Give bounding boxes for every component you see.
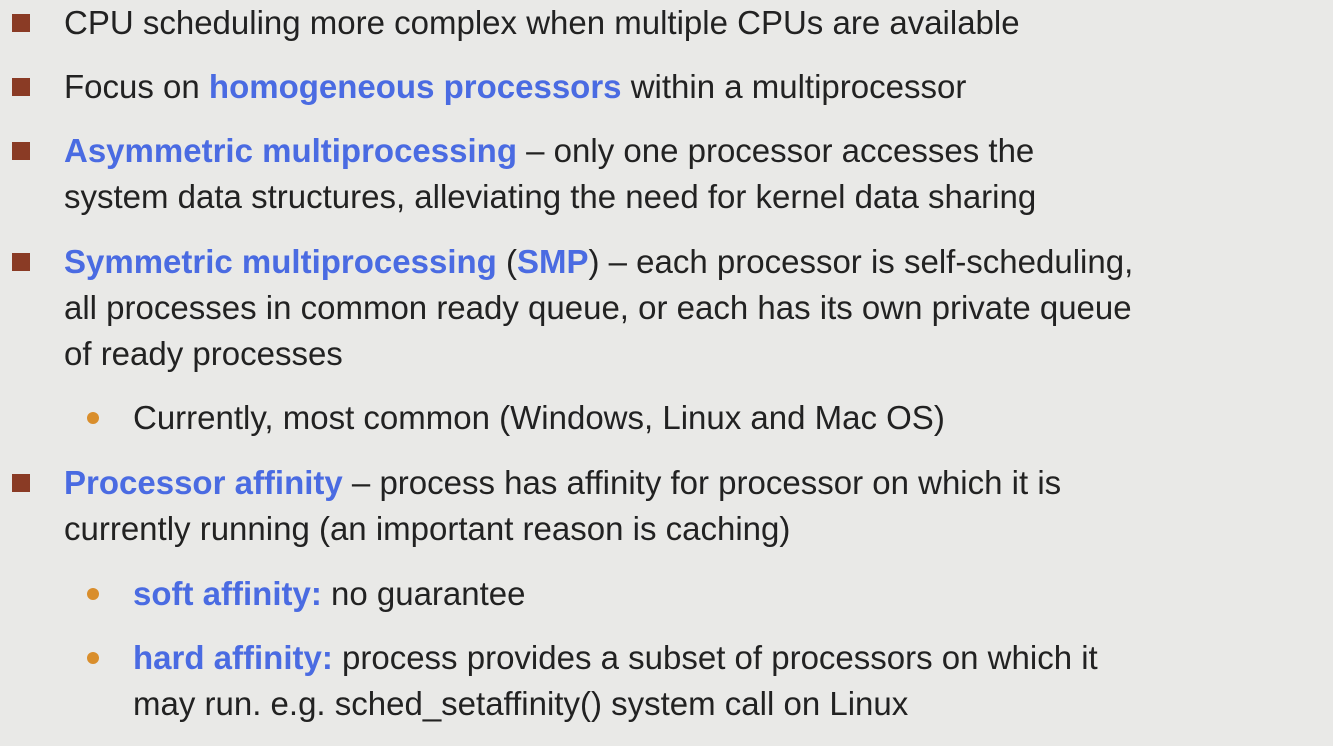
bullet-text-line-1: Symmetric multiprocessing (SMP) – each p… xyxy=(64,239,1333,285)
text-paren-open: ( xyxy=(496,243,517,280)
slide: CPU scheduling more complex when multipl… xyxy=(0,0,1333,746)
bullet-text: Focus on homogeneous processors within a… xyxy=(64,64,1333,110)
bullet-text-line-3: of ready processes xyxy=(64,335,343,372)
square-bullet-icon xyxy=(12,474,30,492)
bullet-text: CPU scheduling more complex when multipl… xyxy=(64,4,1020,41)
text-before: Focus on xyxy=(64,68,209,105)
bullet-cpu-scheduling: CPU scheduling more complex when multipl… xyxy=(12,0,1333,46)
text-after: ) – each processor is self-scheduling, xyxy=(588,243,1134,280)
bullet-homogeneous-processors: Focus on homogeneous processors within a… xyxy=(12,64,1333,110)
text-after: no guarantee xyxy=(321,575,526,612)
term-soft-affinity: soft affinity: xyxy=(133,575,322,612)
sub-bullet-text: Currently, most common (Windows, Linux a… xyxy=(133,399,945,436)
text-after: – process has affinity for processor on … xyxy=(342,464,1062,501)
square-bullet-icon xyxy=(12,78,30,96)
sub-bullet-text: soft affinity: no guarantee xyxy=(133,571,1333,617)
sub-bullet-hard-affinity: hard affinity: process provides a subset… xyxy=(87,635,1333,727)
bullet-text-line-1: Asymmetric multiprocessing – only one pr… xyxy=(64,128,1333,174)
bullet-text-line-1: Processor affinity – process has affinit… xyxy=(64,460,1333,506)
bullet-symmetric-multiprocessing: Symmetric multiprocessing (SMP) – each p… xyxy=(12,239,1333,377)
term-homogeneous-processors: homogeneous processors xyxy=(208,68,622,105)
term-smp: SMP xyxy=(516,243,589,280)
text-after: within a multiprocessor xyxy=(621,68,967,105)
sub-bullet-most-common: Currently, most common (Windows, Linux a… xyxy=(87,395,1333,441)
square-bullet-icon xyxy=(12,253,30,271)
round-bullet-icon xyxy=(87,588,99,600)
term-processor-affinity: Processor affinity xyxy=(64,464,343,501)
bullet-text-line-2: currently running (an important reason i… xyxy=(64,510,791,547)
term-asymmetric-multiprocessing: Asymmetric multiprocessing xyxy=(64,132,517,169)
term-symmetric-multiprocessing: Symmetric multiprocessing xyxy=(64,243,497,280)
sub-bullet-text-line-1: hard affinity: process provides a subset… xyxy=(133,635,1333,681)
sub-bullet-text-line-2: may run. e.g. sched_setaffinity() system… xyxy=(133,685,909,722)
bullet-processor-affinity: Processor affinity – process has affinit… xyxy=(12,460,1333,552)
bullet-asymmetric-multiprocessing: Asymmetric multiprocessing – only one pr… xyxy=(12,128,1333,220)
round-bullet-icon xyxy=(87,412,99,424)
round-bullet-icon xyxy=(87,652,99,664)
text-after: process provides a subset of processors … xyxy=(332,639,1098,676)
square-bullet-icon xyxy=(12,14,30,32)
sub-bullet-soft-affinity: soft affinity: no guarantee xyxy=(87,571,1333,617)
term-hard-affinity: hard affinity: xyxy=(133,639,333,676)
text-after: – only one processor accesses the xyxy=(516,132,1035,169)
bullet-text-line-2: system data structures, alleviating the … xyxy=(64,178,1037,215)
square-bullet-icon xyxy=(12,142,30,160)
bullet-text-line-2: all processes in common ready queue, or … xyxy=(64,289,1132,326)
